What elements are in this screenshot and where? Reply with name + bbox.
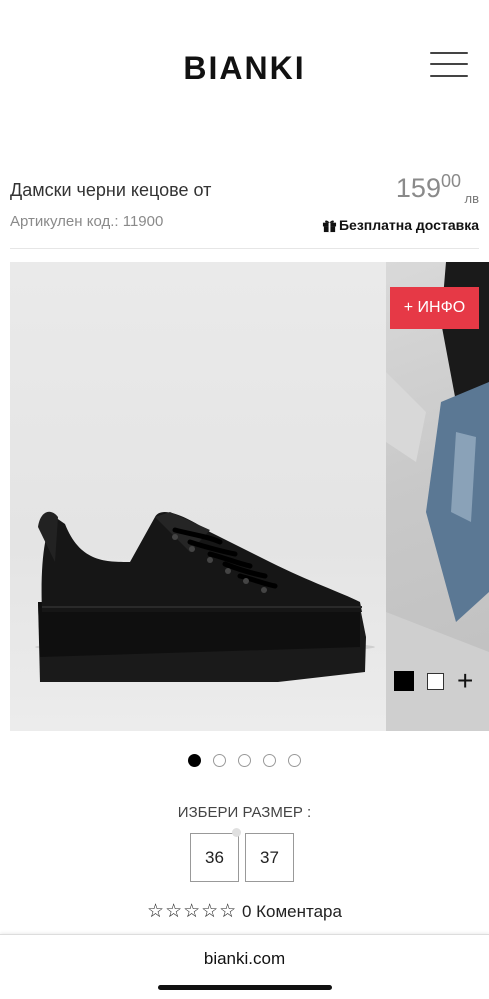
menu-line [430,75,468,77]
menu-line [430,52,468,54]
shipping-label: Безплатна доставка [338,217,479,233]
product-title: Дамски черни кецове от [10,180,212,200]
size-option-37[interactable]: 37 [245,833,294,882]
price-main: 159 [395,173,441,203]
product-image[interactable] [10,262,386,731]
product-rating[interactable]: ☆☆☆☆☆ 0 Коментара [0,900,489,923]
add-icon[interactable]: + [457,667,473,695]
pagination-dot[interactable] [263,754,276,767]
pagination-dot[interactable] [213,754,226,767]
gift-icon [322,220,337,232]
brand-logo[interactable]: BIANKI [0,50,489,87]
browser-bar: bianki.com [0,934,489,999]
size-option-36[interactable]: 36 [190,833,239,882]
site-header: BIANKI [0,0,489,130]
free-shipping: Безплатна доставка [322,217,479,233]
pagination-dot[interactable] [288,754,301,767]
browser-domain[interactable]: bianki.com [0,949,489,969]
product-gallery[interactable] [10,262,489,731]
pagination-dot[interactable] [238,754,251,767]
home-indicator[interactable] [158,985,332,990]
next-slide-image[interactable] [386,262,489,731]
price-cents: 00 [440,171,461,191]
color-swatch-black[interactable] [394,671,414,691]
size-options: 36 37 [190,833,294,882]
sneaker-image [35,511,375,682]
comments-count[interactable]: 0 Коментара [242,902,342,921]
menu-icon[interactable] [430,50,470,78]
price-currency: лв [464,191,480,206]
slide-pagination [0,754,489,767]
info-button[interactable]: + ИНФО [390,287,479,329]
menu-line [430,63,468,65]
divider [10,248,479,249]
model-photo [386,262,489,731]
size-label: ИЗБЕРИ РАЗМЕР : [177,804,312,821]
product-sku: Артикулен код.: 11900 [10,213,164,230]
color-swatch-white[interactable] [427,672,444,690]
pagination-dot[interactable] [188,754,201,767]
size-indicator [232,828,241,837]
product-price: 15900 [395,171,461,204]
rating-stars[interactable]: ☆☆☆☆☆ [147,901,237,922]
color-options: + [394,667,473,695]
